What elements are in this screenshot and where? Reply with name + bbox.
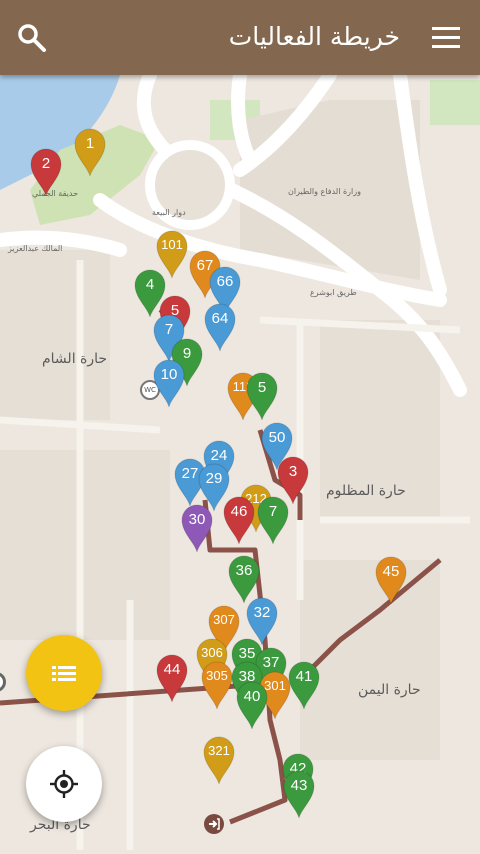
event-pin-number: 7 <box>268 503 278 520</box>
event-pin[interactable]: 44 <box>155 653 189 703</box>
menu-button[interactable] <box>432 24 460 52</box>
event-pin-number: 36 <box>235 562 253 579</box>
event-pin-number: 2 <box>41 155 51 172</box>
events-list-button[interactable] <box>26 635 102 711</box>
my-location-button[interactable] <box>26 746 102 822</box>
event-pin-number: 10 <box>160 366 178 383</box>
label-harat-almadhloum: حارة المظلوم <box>326 483 406 499</box>
app-root: خريطة الفعاليات WC حديقة الجملي دوار الب… <box>0 0 480 854</box>
event-pin-number: 321 <box>208 743 230 758</box>
event-pin-number: 41 <box>295 668 313 685</box>
event-pin-number: 46 <box>230 503 248 520</box>
search-button[interactable] <box>16 22 48 54</box>
event-pin-number: 44 <box>163 661 181 678</box>
event-pin-number: 4 <box>145 276 155 293</box>
event-pin-number: 32 <box>253 604 271 621</box>
event-pin-number: 43 <box>290 777 308 794</box>
event-pin[interactable]: 5 <box>245 371 279 421</box>
event-pin-number: 66 <box>216 273 234 290</box>
event-pin-number: 30 <box>188 511 206 528</box>
list-icon <box>52 666 76 681</box>
page-title: خريطة الفعاليات <box>228 22 400 51</box>
event-pin[interactable]: 321 <box>202 735 236 785</box>
label-roundabout: دوار البيعة <box>152 208 186 217</box>
label-harat-alyemen: حارة اليمن <box>358 682 421 698</box>
event-pin-number: 101 <box>161 237 183 252</box>
menu-icon <box>432 27 460 48</box>
event-pin-number: 7 <box>164 321 174 338</box>
event-pin[interactable]: 45 <box>374 555 408 605</box>
event-pin-number: 5 <box>257 379 267 396</box>
event-pin-number: 3 <box>288 463 298 480</box>
label-street2: طريق ابوشرع <box>310 288 357 297</box>
event-pin[interactable]: 64 <box>203 302 237 352</box>
event-pin[interactable]: 41 <box>287 660 321 710</box>
event-pin-number: 307 <box>213 612 235 627</box>
event-pin-number: 29 <box>205 470 223 487</box>
event-pin[interactable]: 305 <box>200 660 234 710</box>
event-pin-number: 305 <box>206 668 228 683</box>
event-pin[interactable]: 30 <box>180 503 214 553</box>
app-bar: خريطة الفعاليات <box>0 0 480 75</box>
label-harat-alsham: حارة الشام <box>42 351 108 367</box>
event-pin-number: 1 <box>85 135 95 152</box>
event-pin[interactable]: 7 <box>256 495 290 545</box>
exit-marker[interactable] <box>204 814 224 834</box>
event-pin-number: 64 <box>211 310 229 327</box>
events-map[interactable]: WC حديقة الجملي دوار البيعة وزارة الدفاع… <box>0 75 480 854</box>
event-pin-number: 50 <box>268 429 286 446</box>
event-pin-number: 40 <box>243 688 261 705</box>
event-pin[interactable]: 2 <box>29 147 63 197</box>
exit-icon <box>209 818 220 830</box>
event-pin[interactable]: 40 <box>235 680 269 730</box>
label-street: المالك عبدالعزيز <box>8 244 63 253</box>
event-pin-number: 306 <box>201 645 223 660</box>
search-icon <box>18 24 46 52</box>
event-pin-number: 45 <box>382 563 400 580</box>
my-location-icon <box>50 770 78 798</box>
event-pin[interactable]: 1 <box>73 127 107 177</box>
label-ministry: وزارة الدفاع والطيران <box>288 187 361 196</box>
event-pin[interactable]: 10 <box>152 358 186 408</box>
event-pin[interactable]: 43 <box>282 769 316 819</box>
event-pin[interactable]: 46 <box>222 495 256 545</box>
